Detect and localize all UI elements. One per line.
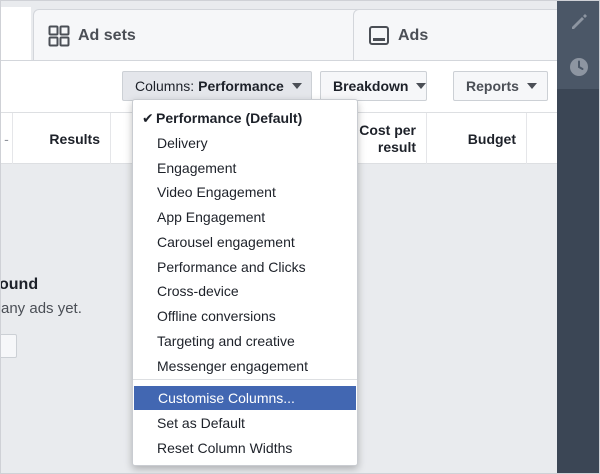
ad-sets-grid-icon (48, 25, 70, 46)
menu-item-video-engagement[interactable]: Video Engagement (133, 180, 357, 204)
column-header-partial[interactable]: - (1, 113, 13, 165)
caret-down-icon (291, 83, 302, 89)
tab-bar: Ad sets Ads (1, 1, 573, 63)
ads-manager-window: Ad sets Ads Columns: Performance Breakdo… (0, 0, 600, 474)
menu-item-reset-column-widths[interactable]: Reset Column Widths (133, 436, 357, 460)
menu-item-app-engagement[interactable]: App Engagement (133, 205, 357, 229)
tab-campaigns-partial[interactable] (1, 7, 31, 63)
tab-ads[interactable]: Ads (353, 9, 573, 61)
tab-ad-sets-label: Ad sets (78, 26, 136, 44)
menu-divider (133, 379, 357, 380)
column-header-budget[interactable]: Budget (427, 113, 527, 165)
menu-item-customise-columns[interactable]: Customise Columns... (134, 386, 356, 410)
menu-item-performance-and-clicks[interactable]: Performance and Clicks (133, 255, 357, 279)
breakdown-label: Breakdown (333, 78, 409, 94)
columns-value: Performance (198, 78, 284, 94)
cost-header-line2: result (377, 139, 416, 155)
columns-prefix: Columns: (135, 78, 195, 94)
menu-item-targeting-and-creative[interactable]: Targeting and creative (133, 329, 357, 353)
columns-dropdown-menu: ✔ Performance (Default) Delivery Engagem… (132, 99, 358, 466)
menu-item-messenger-engagement[interactable]: Messenger engagement (133, 354, 357, 378)
menu-item-label: Performance (Default) (156, 110, 303, 126)
pencil-icon[interactable] (568, 10, 590, 32)
reports-label: Reports (466, 78, 519, 94)
breakdown-dropdown-button[interactable]: Breakdown (320, 71, 427, 101)
menu-item-set-as-default[interactable]: Set as Default (133, 411, 357, 435)
right-sidebar (557, 1, 599, 473)
ads-monitor-icon (369, 25, 389, 45)
menu-item-engagement[interactable]: Engagement (133, 156, 357, 180)
tab-ad-sets[interactable]: Ad sets (33, 9, 369, 61)
empty-state-subtitle: any ads yet. (1, 300, 82, 317)
empty-state-create-button[interactable] (1, 334, 17, 358)
reports-dropdown-button[interactable]: Reports (453, 71, 548, 101)
empty-state-title: ound (0, 276, 39, 293)
menu-item-cross-device[interactable]: Cross-device (133, 279, 357, 303)
clock-icon[interactable] (568, 56, 590, 78)
menu-item-carousel-engagement[interactable]: Carousel engagement (133, 230, 357, 254)
caret-down-icon (416, 83, 427, 89)
caret-down-icon (526, 83, 537, 89)
menu-item-delivery[interactable]: Delivery (133, 131, 357, 155)
columns-dropdown-button[interactable]: Columns: Performance (122, 71, 312, 101)
cost-header-line1: Cost per (359, 122, 416, 138)
menu-item-offline-conversions[interactable]: Offline conversions (133, 304, 357, 328)
tab-ads-label: Ads (398, 26, 429, 44)
checkmark-icon: ✔ (142, 109, 154, 126)
column-header-results[interactable]: Results (13, 113, 111, 165)
menu-item-performance-default[interactable]: ✔ Performance (Default) (133, 106, 357, 130)
